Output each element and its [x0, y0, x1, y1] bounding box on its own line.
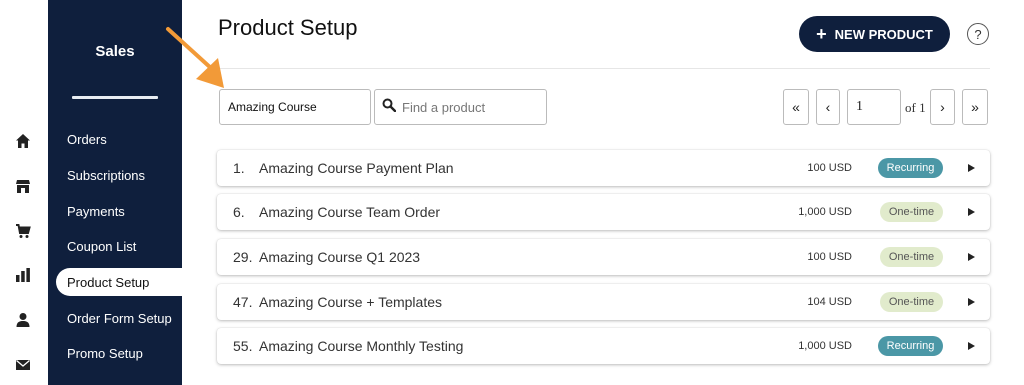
- sidebar-item-promo-setup[interactable]: Promo Setup: [56, 339, 182, 367]
- expand-arrow-icon[interactable]: [966, 341, 976, 351]
- annotation-arrow-icon: [166, 27, 224, 88]
- expand-arrow-icon[interactable]: [966, 163, 976, 173]
- page-number-input[interactable]: 1: [847, 89, 901, 125]
- first-page-button[interactable]: «: [783, 89, 809, 125]
- product-name: Amazing Course Q1 2023: [259, 249, 421, 265]
- product-row[interactable]: 29. Amazing Course Q1 2023 100 USD One-t…: [217, 239, 990, 275]
- recurring-badge: Recurring: [878, 158, 943, 178]
- sidebar-item-product-setup[interactable]: Product Setup: [56, 268, 182, 296]
- sidebar-item-payments[interactable]: Payments: [56, 197, 182, 225]
- page-count-label: of 1: [905, 100, 926, 115]
- cart-icon[interactable]: [14, 222, 32, 240]
- new-product-button[interactable]: + NEW PRODUCT: [799, 16, 950, 52]
- one-time-badge: One-time: [880, 202, 943, 222]
- sidebar-item-orders[interactable]: Orders: [56, 125, 182, 153]
- product-number: 29.: [233, 249, 253, 265]
- product-number: 47.: [233, 294, 253, 310]
- product-number: 1.: [233, 160, 245, 176]
- product-row[interactable]: 1. Amazing Course Payment Plan 100 USD R…: [217, 150, 990, 186]
- prev-page-button[interactable]: ‹: [816, 89, 840, 125]
- product-name: Amazing Course Monthly Testing: [259, 338, 464, 354]
- user-icon[interactable]: [14, 311, 32, 329]
- product-search-box[interactable]: [374, 89, 547, 125]
- product-number: 55.: [233, 338, 253, 354]
- expand-arrow-icon[interactable]: [966, 207, 976, 217]
- product-price: 100 USD: [807, 251, 852, 263]
- product-price: 1,000 USD: [798, 340, 852, 352]
- product-name: Amazing Course + Templates: [259, 294, 442, 310]
- sidebar-divider: [72, 96, 158, 99]
- one-time-badge: One-time: [880, 292, 943, 312]
- sidebar-item-subscriptions[interactable]: Subscriptions: [56, 161, 182, 189]
- sidebar-item-order-form-setup[interactable]: Order Form Setup: [56, 304, 182, 332]
- next-page-button[interactable]: ›: [930, 89, 955, 125]
- product-price: 104 USD: [807, 296, 852, 308]
- product-price: 1,000 USD: [798, 206, 852, 218]
- last-page-button[interactable]: »: [962, 89, 988, 125]
- recurring-badge: Recurring: [878, 336, 943, 356]
- header-divider: [218, 68, 990, 69]
- product-price: 100 USD: [807, 162, 852, 174]
- expand-arrow-icon[interactable]: [966, 252, 976, 262]
- product-row[interactable]: 6. Amazing Course Team Order 1,000 USD O…: [217, 194, 990, 230]
- search-input[interactable]: [402, 99, 542, 115]
- product-number: 6.: [233, 204, 245, 220]
- mail-icon[interactable]: [14, 356, 32, 374]
- product-row[interactable]: 55. Amazing Course Monthly Testing 1,000…: [217, 328, 990, 364]
- store-icon[interactable]: [14, 177, 32, 195]
- bar-chart-icon[interactable]: [14, 266, 32, 284]
- new-product-label: NEW PRODUCT: [834, 26, 933, 42]
- home-icon[interactable]: [14, 132, 32, 150]
- plus-icon: +: [816, 24, 827, 44]
- product-name: Amazing Course Payment Plan: [259, 160, 454, 176]
- icon-rail: [0, 0, 48, 385]
- search-icon: [382, 98, 397, 117]
- product-row[interactable]: 47. Amazing Course + Templates 104 USD O…: [217, 284, 990, 320]
- one-time-badge: One-time: [880, 247, 943, 267]
- product-name: Amazing Course Team Order: [259, 204, 441, 220]
- sidebar-item-coupon-list[interactable]: Coupon List: [56, 232, 182, 260]
- help-button[interactable]: ?: [967, 23, 989, 45]
- expand-arrow-icon[interactable]: [966, 297, 976, 307]
